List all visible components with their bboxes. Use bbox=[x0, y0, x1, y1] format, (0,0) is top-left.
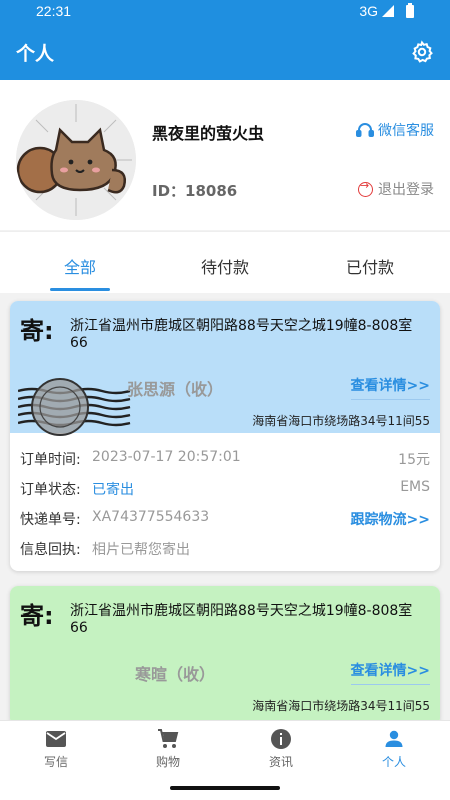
envelope-area: 寄: 浙江省温州市鹿城区朝阳路88号天空之城19幢8-808室66 张思源（收）… bbox=[10, 301, 440, 436]
nav-label: 资讯 bbox=[268, 755, 293, 769]
home-indicator[interactable] bbox=[170, 786, 280, 790]
nav-item-write[interactable]: 写信 bbox=[0, 727, 112, 770]
app-bar: 个人 bbox=[0, 24, 450, 80]
order-time-label: 订单时间: bbox=[20, 452, 81, 468]
track-logistics-link[interactable]: 跟踪物流>> bbox=[351, 509, 430, 529]
order-status-row: 订单状态: 已寄出 EMS bbox=[20, 473, 430, 503]
order-card[interactable]: 寄: 浙江省温州市鹿城区朝阳路88号天空之城19幢8-808室66 寒暄（收） … bbox=[10, 586, 440, 720]
cart-icon bbox=[158, 729, 179, 748]
settings-gear-icon[interactable] bbox=[410, 40, 434, 64]
receipt-value: 相片已帮您寄出 bbox=[92, 542, 190, 558]
nav-label: 购物 bbox=[155, 755, 180, 769]
status-right: 3G bbox=[359, 2, 414, 19]
tracking-row: 快递单号: XA74377554633 跟踪物流>> bbox=[20, 503, 430, 533]
receiver-address: 海南省海口市绕场路34号11间55 bbox=[252, 414, 430, 428]
nav-item-profile[interactable]: 个人 bbox=[338, 727, 450, 770]
signal-icon bbox=[382, 5, 394, 17]
tab-pending-payment[interactable]: 待付款 bbox=[150, 254, 300, 278]
tab-paid[interactable]: 已付款 bbox=[295, 254, 445, 278]
battery-icon bbox=[406, 2, 414, 18]
view-details-link[interactable]: 查看详情>> bbox=[350, 375, 430, 400]
sender-mark: 寄: bbox=[20, 317, 54, 345]
sender-address: 浙江省温州市鹿城区朝阳路88号天空之城19幢8-808室66 bbox=[70, 318, 413, 351]
cat-avatar-image bbox=[16, 100, 136, 220]
order-price: 15元 bbox=[398, 452, 430, 468]
sender-mark: 寄: bbox=[20, 602, 54, 630]
envelope-area: 寄: 浙江省温州市鹿城区朝阳路88号天空之城19幢8-808室66 寒暄（收） … bbox=[10, 586, 440, 720]
order-time-row: 订单时间: 2023-07-17 20:57:01 15元 bbox=[20, 443, 430, 473]
status-time: 22:31 bbox=[36, 3, 72, 19]
nav-item-news[interactable]: 资讯 bbox=[225, 727, 337, 770]
receiver-address: 海南省海口市绕场路34号11间55 bbox=[252, 699, 430, 713]
info-icon bbox=[271, 729, 291, 749]
nav-label: 个人 bbox=[381, 755, 406, 769]
tracking-label: 快递单号: bbox=[20, 512, 81, 528]
sender-address: 浙江省温州市鹿城区朝阳路88号天空之城19幢8-808室66 bbox=[70, 603, 413, 636]
person-icon bbox=[385, 730, 403, 747]
order-tabs: 全部 待付款 已付款 bbox=[0, 231, 450, 293]
tab-all[interactable]: 全部 bbox=[5, 254, 155, 278]
mail-icon bbox=[46, 731, 66, 747]
receiver-name: 寒暄（收） bbox=[134, 665, 215, 684]
order-status-value: 已寄出 bbox=[92, 482, 134, 498]
tracking-number: XA74377554633 bbox=[92, 509, 210, 525]
user-id: ID：18086 bbox=[152, 182, 238, 200]
logout-button[interactable]: 退出登录 bbox=[358, 179, 434, 199]
order-time-value: 2023-07-17 20:57:01 bbox=[92, 449, 241, 465]
status-bar: 22:31 3G bbox=[0, 0, 450, 24]
profile-section: 黑夜里的萤火虫 ID：18086 微信客服 退出登录 bbox=[0, 80, 450, 230]
order-list[interactable]: 寄: 浙江省温州市鹿城区朝阳路88号天空之城19幢8-808室66 张思源（收）… bbox=[0, 293, 450, 720]
nav-item-shop[interactable]: 购物 bbox=[112, 727, 224, 770]
logout-icon bbox=[358, 179, 373, 197]
receipt-label: 信息回执: bbox=[20, 542, 81, 558]
headset-icon bbox=[356, 123, 374, 137]
system-nav-bar bbox=[0, 776, 450, 800]
carrier-name: EMS bbox=[400, 479, 430, 495]
bottom-nav: 写信 购物 资讯 个人 bbox=[0, 720, 450, 776]
order-info: 订单时间: 2023-07-17 20:57:01 15元 订单状态: 已寄出 … bbox=[10, 433, 440, 571]
avatar[interactable] bbox=[16, 100, 136, 220]
page-title: 个人 bbox=[16, 43, 55, 65]
nickname: 黑夜里的萤火虫 bbox=[152, 124, 265, 143]
tab-indicator bbox=[50, 288, 110, 291]
receiver-name: 张思源（收） bbox=[126, 380, 223, 399]
order-card[interactable]: 寄: 浙江省温州市鹿城区朝阳路88号天空之城19幢8-808室66 张思源（收）… bbox=[10, 301, 440, 571]
nav-label: 写信 bbox=[43, 755, 68, 769]
network-type: 3G bbox=[359, 3, 378, 19]
wechat-service-label: 微信客服 bbox=[378, 123, 434, 139]
receipt-row: 信息回执: 相片已帮您寄出 bbox=[20, 533, 430, 563]
logout-label: 退出登录 bbox=[378, 182, 434, 198]
wechat-service-button[interactable]: 微信客服 bbox=[356, 120, 434, 140]
order-status-label: 订单状态: bbox=[20, 482, 81, 498]
view-details-link[interactable]: 查看详情>> bbox=[350, 660, 430, 685]
